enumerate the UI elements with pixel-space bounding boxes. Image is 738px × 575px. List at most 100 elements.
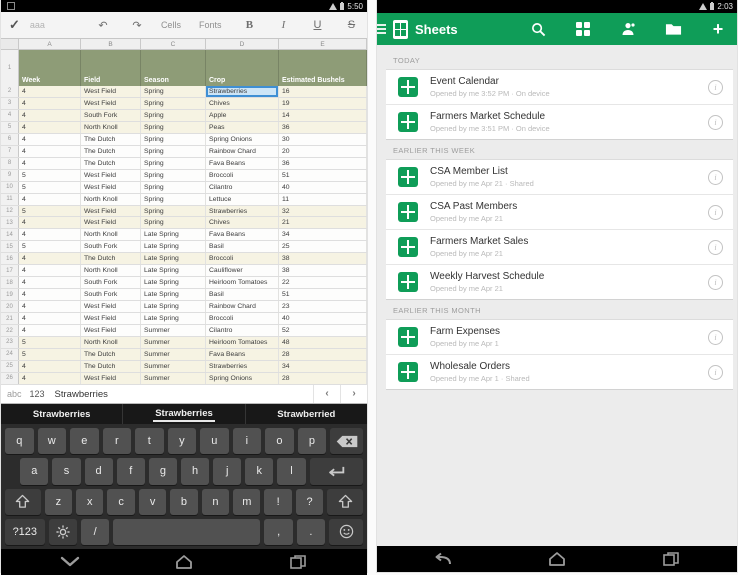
sheet-cell[interactable]: 40 [279,313,367,324]
sheet-cell[interactable]: South Fork [81,289,141,300]
row-number[interactable]: 26 [1,373,19,384]
column-header-C[interactable]: C [141,39,206,49]
sheet-cell[interactable]: Basil [206,289,279,300]
row-number[interactable]: 16 [1,253,19,264]
key-o[interactable]: o [265,428,294,454]
sheet-cell[interactable]: Spring [141,158,206,169]
row-number[interactable]: 11 [1,194,19,205]
info-icon[interactable]: i [708,205,723,220]
bold-button[interactable]: B [243,19,255,31]
sheet-cell[interactable]: 4 [19,194,81,205]
row-number[interactable]: 13 [1,217,19,228]
sheet-cell[interactable]: Rainbow Chard [206,146,279,157]
key-w[interactable]: w [38,428,67,454]
sheet-cell[interactable]: 5 [19,170,81,181]
selected-cell[interactable]: Strawberries [206,86,279,97]
sheet-header-cell[interactable]: Season [141,50,206,86]
key-period[interactable]: . [297,519,325,545]
sheet-cell[interactable]: 4 [19,265,81,276]
key-emoji[interactable] [329,519,363,545]
sheet-cell[interactable]: Spring Onions [206,373,279,384]
sheet-cell[interactable]: Spring [141,217,206,228]
key-b[interactable]: b [170,489,197,515]
sheet-cell[interactable]: 51 [279,289,367,300]
row-number[interactable]: 22 [1,325,19,336]
row-number[interactable]: 7 [1,146,19,157]
sheet-cell[interactable]: Spring [141,110,206,121]
file-list-item[interactable]: CSA Member ListOpened by me Apr 21 · Sha… [386,160,733,195]
sheet-cell[interactable]: 5 [19,182,81,193]
info-icon[interactable]: i [708,80,723,95]
sheet-cell[interactable]: Summer [141,361,206,372]
key-h[interactable]: h [181,458,209,484]
new-spreadsheet-button[interactable]: + [709,20,727,38]
sheet-cell[interactable]: 4 [19,253,81,264]
row-number[interactable]: 10 [1,182,19,193]
row-number[interactable]: 24 [1,349,19,360]
sheet-cell[interactable]: Broccoli [206,170,279,181]
text-mode-button[interactable]: abc [1,389,28,399]
column-header-D[interactable]: D [206,39,279,49]
sheet-cell[interactable]: 4 [19,313,81,324]
sheet-cell[interactable]: Fava Beans [206,229,279,240]
sheet-cell[interactable]: Late Spring [141,289,206,300]
sheet-cell[interactable]: South Fork [81,110,141,121]
sheet-cell[interactable]: 28 [279,373,367,384]
suggestion[interactable]: Strawberried [245,404,367,424]
sheet-cell[interactable]: 4 [19,134,81,145]
redo-button[interactable]: ↷ [131,19,143,32]
key-![interactable]: ! [264,489,291,515]
sheet-cell[interactable]: 4 [19,110,81,121]
sheet-cell[interactable]: Late Spring [141,265,206,276]
sheet-cell[interactable]: 23 [279,301,367,312]
key-comma[interactable]: , [264,519,292,545]
key-symbols[interactable]: ?123 [5,519,45,545]
sheet-cell[interactable]: Rainbow Chard [206,301,279,312]
sheet-cell[interactable]: Heirloom Tomatoes [206,337,279,348]
sheet-cell[interactable]: 5 [19,337,81,348]
sheet-cell[interactable]: 28 [279,349,367,360]
key-m[interactable]: m [233,489,260,515]
key-q[interactable]: q [5,428,34,454]
sheet-cell[interactable]: Spring [141,206,206,217]
sheet-cell[interactable]: Spring [141,98,206,109]
key-f[interactable]: f [117,458,145,484]
sheet-cell[interactable]: West Field [81,86,141,97]
row-number[interactable]: 1 [1,50,19,86]
row-number[interactable]: 21 [1,313,19,324]
sheet-cell[interactable]: 11 [279,194,367,205]
sheet-cell[interactable]: The Dutch [81,134,141,145]
key-?[interactable]: ? [296,489,323,515]
numeric-mode-button[interactable]: 123 [28,389,51,399]
sheet-cell[interactable]: 4 [19,301,81,312]
back-button[interactable] [425,550,461,568]
file-list-item[interactable]: CSA Past MembersOpened by me Apr 21i [386,195,733,230]
sheet-cell[interactable]: 4 [19,373,81,384]
sheet-cell[interactable]: West Field [81,301,141,312]
sheet-cell[interactable]: 36 [279,122,367,133]
key-j[interactable]: j [213,458,241,484]
key-v[interactable]: v [139,489,166,515]
sheet-cell[interactable]: 4 [19,122,81,133]
sheet-cell[interactable]: Fava Beans [206,349,279,360]
key-r[interactable]: r [103,428,132,454]
sheet-cell[interactable]: Late Spring [141,277,206,288]
key-t[interactable]: t [135,428,164,454]
sheet-cell[interactable]: The Dutch [81,146,141,157]
cell-editor-input[interactable]: Strawberries [51,389,313,400]
sheet-cell[interactable]: Spring [141,134,206,145]
row-number[interactable]: 18 [1,277,19,288]
sheet-cell[interactable]: Spring [141,194,206,205]
sheet-cell[interactable]: Broccoli [206,313,279,324]
key-i[interactable]: i [233,428,262,454]
prev-cell-button[interactable]: ‹ [313,385,340,403]
key-backspace[interactable] [330,428,363,454]
done-button[interactable]: ✓ [9,17,20,33]
sheet-cell[interactable]: West Field [81,98,141,109]
row-number[interactable]: 17 [1,265,19,276]
sheet-cell[interactable]: Late Spring [141,241,206,252]
sheet-cell[interactable]: Late Spring [141,229,206,240]
sheet-cell[interactable]: Spring [141,86,206,97]
row-number[interactable]: 3 [1,98,19,109]
sheet-cell[interactable]: 36 [279,158,367,169]
